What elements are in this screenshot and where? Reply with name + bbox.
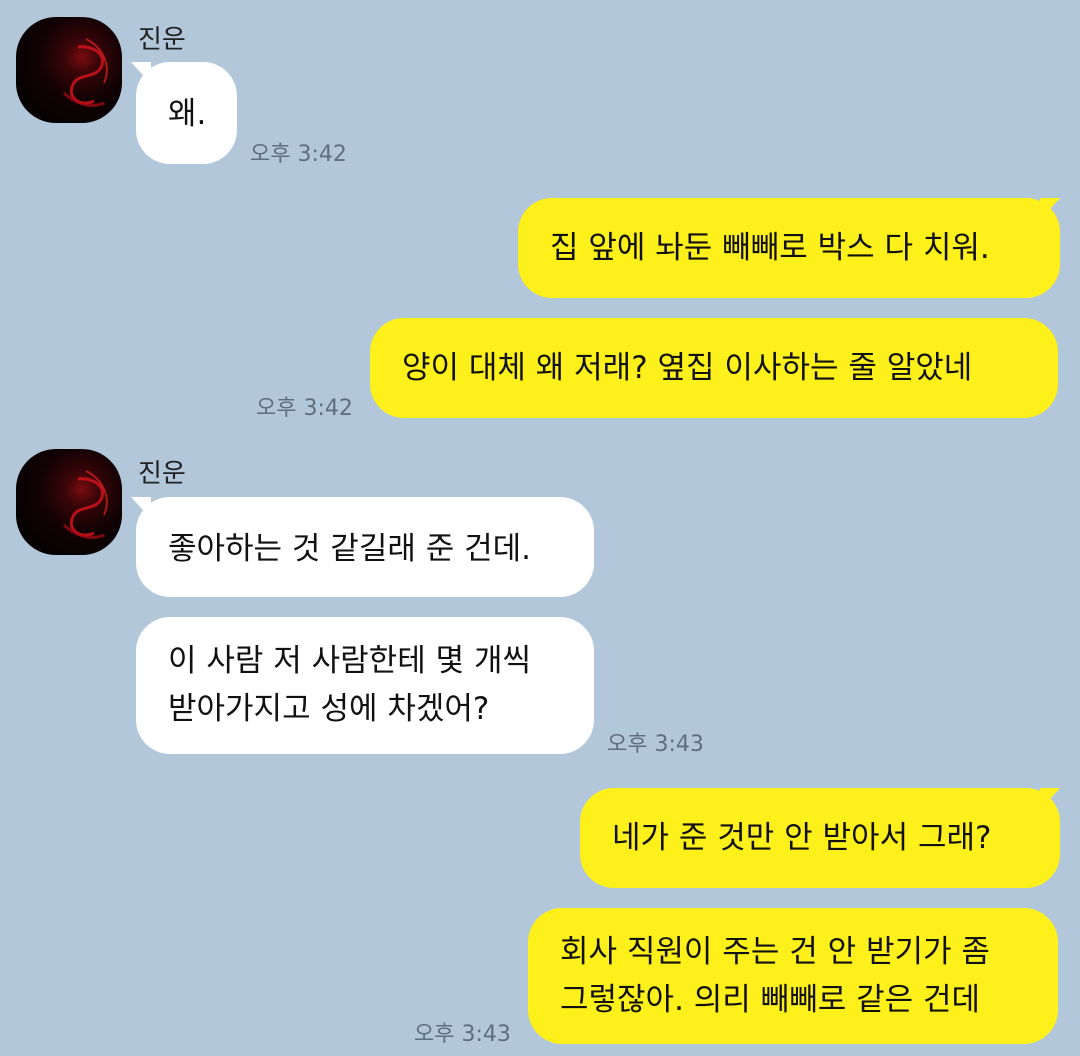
message-bubble[interactable]: 회사 직원이 주는 건 안 받기가 좀 그렇잖아. 의리 빼빼로 같은 건데 — [528, 908, 1058, 1044]
profile-avatar-icon — [62, 470, 108, 539]
message-bubble[interactable]: 집 앞에 놔둔 빼빼로 박스 다 치워. — [518, 198, 1060, 298]
message-timestamp: 오후 3:42 — [250, 142, 347, 167]
message-text: 왜. — [168, 96, 207, 132]
message-bubble[interactable]: 좋아하는 것 같길래 준 건데. — [136, 497, 594, 597]
message-text: 그렇잖아. 의리 빼빼로 같은 건데 — [560, 982, 981, 1018]
sender-name: 진운 — [138, 459, 186, 489]
message-timestamp: 오후 3:43 — [607, 732, 704, 757]
message-bubble[interactable]: 양이 대체 왜 저래? 옆집 이사하는 줄 알았네 — [370, 318, 1058, 418]
message-text: 양이 대체 왜 저래? 옆집 이사하는 줄 알았네 — [402, 350, 973, 386]
message-bubble[interactable]: 왜. — [136, 62, 237, 164]
message-text: 이 사람 저 사람한테 몇 개씩 — [168, 643, 531, 679]
message-text: 집 앞에 놔둔 빼빼로 박스 다 치워. — [550, 230, 990, 266]
message-bubble[interactable]: 네가 준 것만 안 받아서 그래? — [580, 788, 1060, 888]
message-text: 네가 준 것만 안 받아서 그래? — [612, 820, 992, 856]
message-timestamp: 오후 3:42 — [256, 396, 353, 421]
sender-name: 진운 — [138, 25, 186, 55]
avatar[interactable] — [16, 449, 122, 555]
profile-avatar-icon — [62, 38, 108, 107]
message-timestamp: 오후 3:43 — [414, 1022, 511, 1047]
avatar[interactable] — [16, 17, 122, 123]
message-text: 회사 직원이 주는 건 안 받기가 좀 — [560, 934, 990, 970]
message-bubble[interactable]: 이 사람 저 사람한테 몇 개씩 받아가지고 성에 차겠어? — [136, 617, 594, 754]
message-text: 좋아하는 것 같길래 준 건데. — [168, 531, 531, 567]
message-text: 받아가지고 성에 차겠어? — [168, 691, 490, 727]
